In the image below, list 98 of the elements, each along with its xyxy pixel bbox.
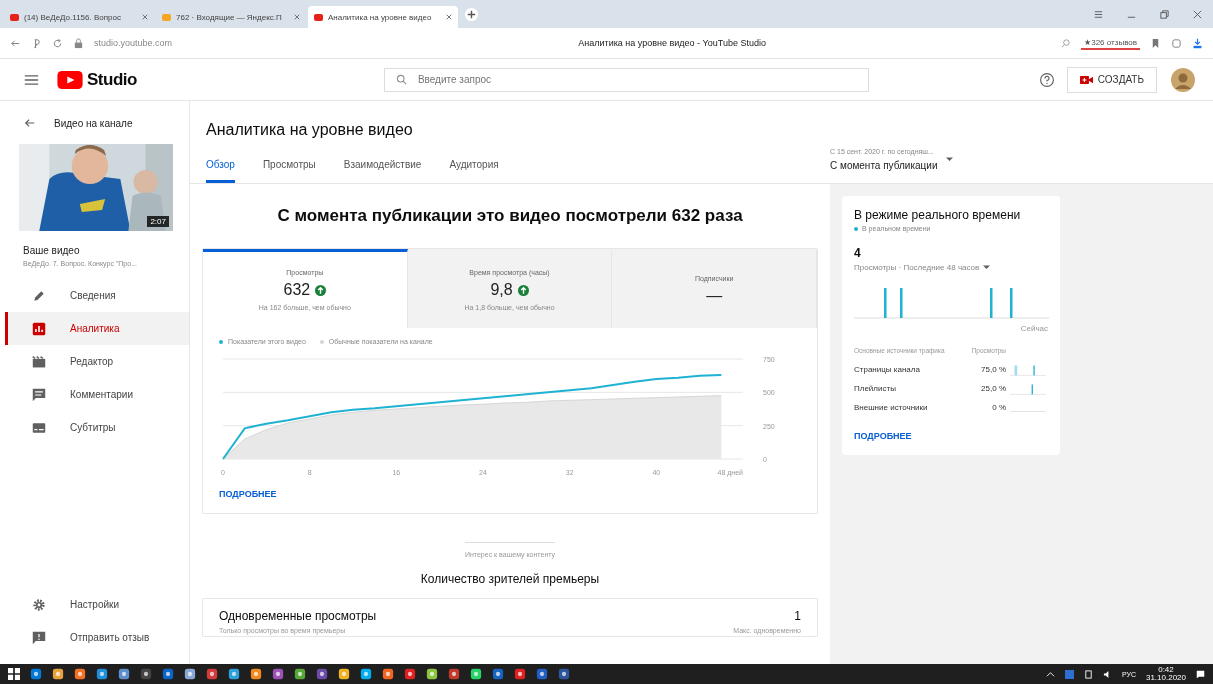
sidebar-item[interactable]: Субтитры bbox=[5, 411, 189, 444]
axis-label: Сейчас bbox=[1019, 324, 1048, 333]
view-count: 4 bbox=[854, 246, 862, 260]
search-field[interactable]: Введите запрос bbox=[383, 67, 869, 92]
table-cell-text: Страницы канала bbox=[854, 365, 921, 374]
reviews-badge[interactable]: ★326 отзывов bbox=[1081, 36, 1140, 50]
app-icon[interactable] bbox=[338, 668, 350, 680]
metric-value: 1 bbox=[794, 609, 801, 623]
app-icon[interactable] bbox=[140, 668, 152, 680]
back-arrow-icon[interactable] bbox=[24, 117, 36, 129]
bookmark-icon[interactable] bbox=[1150, 37, 1161, 49]
tab[interactable]: Взаимодействие bbox=[343, 159, 422, 183]
page-title: Аналитика на уровне видео - YouTube Studio bbox=[577, 38, 767, 48]
table-cell-text: Плейлисты bbox=[854, 384, 897, 393]
app-icon[interactable] bbox=[272, 668, 284, 680]
browser-logo-icon[interactable] bbox=[31, 37, 42, 49]
close-icon[interactable] bbox=[1192, 8, 1203, 20]
app-icon[interactable] bbox=[492, 668, 504, 680]
close-icon[interactable] bbox=[142, 14, 148, 20]
address-field[interactable]: studio.youtube.com bbox=[94, 38, 284, 48]
sidebar-item[interactable]: Аналитика bbox=[5, 312, 189, 345]
app-icon[interactable] bbox=[404, 668, 416, 680]
app-icon[interactable] bbox=[74, 668, 86, 680]
duration-label: 2:07 bbox=[147, 216, 169, 227]
app-icon[interactable] bbox=[470, 668, 482, 680]
app-icon[interactable] bbox=[316, 668, 328, 680]
tab[interactable]: Просмотры bbox=[262, 159, 316, 183]
app-icon[interactable] bbox=[294, 668, 306, 680]
sidebar-item[interactable]: Комментарии bbox=[5, 378, 189, 411]
search-icon bbox=[395, 73, 407, 85]
caret-icon bbox=[983, 265, 991, 270]
avatar-icon[interactable] bbox=[1171, 67, 1195, 92]
battery-icon[interactable] bbox=[1083, 669, 1093, 679]
close-icon[interactable] bbox=[294, 14, 300, 20]
section-heading: Количество зрителей премьеры bbox=[419, 572, 601, 586]
table-cell-text: Внешние источники bbox=[854, 403, 929, 412]
new-tab-icon[interactable] bbox=[464, 6, 479, 22]
more-link[interactable]: ПОДРОБНЕЕ bbox=[219, 489, 277, 499]
more-link[interactable]: ПОДРОБНЕЕ bbox=[854, 431, 912, 441]
extension-icon[interactable] bbox=[1171, 37, 1182, 49]
sidebar-item[interactable]: Отправить отзыв bbox=[5, 621, 189, 654]
chevron-up-icon[interactable] bbox=[1045, 669, 1055, 679]
app-icon[interactable] bbox=[184, 668, 196, 680]
summary-headline: С момента публикации это видео посмотрели 632 раза bbox=[276, 206, 744, 226]
tab[interactable]: Аудитория bbox=[449, 159, 499, 183]
card-title: Одновременные просмотры bbox=[219, 609, 377, 623]
table-cell-text: 0 % bbox=[991, 403, 1006, 412]
restore-icon[interactable] bbox=[1159, 8, 1170, 20]
subtitles-icon bbox=[32, 420, 46, 435]
card-title: В режиме реального времени bbox=[854, 208, 1022, 222]
app-icon[interactable] bbox=[426, 668, 438, 680]
notification-icon[interactable] bbox=[1196, 669, 1205, 679]
app-icon[interactable] bbox=[558, 668, 570, 680]
app-icon[interactable] bbox=[360, 668, 372, 680]
table-cell-text: 75,0 % bbox=[980, 365, 1006, 374]
app-icon[interactable] bbox=[52, 668, 64, 680]
pencil-icon bbox=[32, 288, 46, 303]
caret-icon bbox=[945, 157, 953, 162]
period-dropdown[interactable]: Просмотры · Последние 48 часов bbox=[854, 263, 1048, 272]
sidebar-item[interactable]: Сведения bbox=[5, 279, 189, 312]
feedback-icon bbox=[32, 630, 46, 645]
app-icon[interactable] bbox=[96, 668, 108, 680]
clock[interactable]: 0:42 31.10.2020 bbox=[1145, 666, 1186, 682]
reload-icon[interactable] bbox=[52, 37, 63, 49]
sidebar-item[interactable]: Редактор bbox=[5, 345, 189, 378]
help-icon[interactable] bbox=[1038, 71, 1055, 88]
download-icon[interactable] bbox=[1192, 37, 1203, 49]
app-icon[interactable] bbox=[514, 668, 526, 680]
app-icon[interactable] bbox=[162, 668, 174, 680]
app-icon[interactable] bbox=[250, 668, 262, 680]
app-icon[interactable] bbox=[382, 668, 394, 680]
app-icon[interactable] bbox=[206, 668, 218, 680]
create-button[interactable]: СОЗДАТЬ bbox=[1066, 66, 1157, 93]
page-heading: Аналитика на уровне видео bbox=[206, 121, 414, 139]
video-heading: Ваше видео bbox=[23, 245, 81, 256]
app-icon[interactable] bbox=[448, 668, 460, 680]
video-camera-icon bbox=[1079, 74, 1093, 85]
sidebar-item[interactable]: Настройки bbox=[5, 588, 189, 621]
browser-tab[interactable]: 762 · Входящие — Яндекс.П bbox=[156, 6, 306, 28]
menu-icon[interactable] bbox=[24, 73, 39, 86]
studio-logo[interactable]: Studio bbox=[57, 69, 137, 90]
browser-tab[interactable]: (14) ВеДеДо.1156. Вопрос bbox=[4, 6, 154, 28]
close-icon[interactable] bbox=[446, 14, 452, 20]
back-link[interactable]: Видео на канале bbox=[54, 117, 133, 129]
app-icon[interactable] bbox=[228, 668, 240, 680]
comment-icon bbox=[32, 387, 46, 402]
bar-chart-icon bbox=[32, 321, 46, 336]
app-icon[interactable] bbox=[30, 668, 42, 680]
lock-icon bbox=[73, 37, 84, 49]
clapperboard-icon bbox=[32, 354, 46, 369]
menu-icon[interactable] bbox=[1093, 8, 1104, 20]
windows-icon[interactable] bbox=[8, 668, 20, 680]
browser-tab[interactable]: Аналитика на уровне видео bbox=[308, 6, 458, 28]
table-cell-text: 25,0 % bbox=[980, 384, 1006, 393]
app-icon[interactable] bbox=[118, 668, 130, 680]
settings-icon bbox=[32, 597, 46, 612]
tab[interactable]: Обзор bbox=[206, 159, 235, 183]
app-icon[interactable] bbox=[536, 668, 548, 680]
